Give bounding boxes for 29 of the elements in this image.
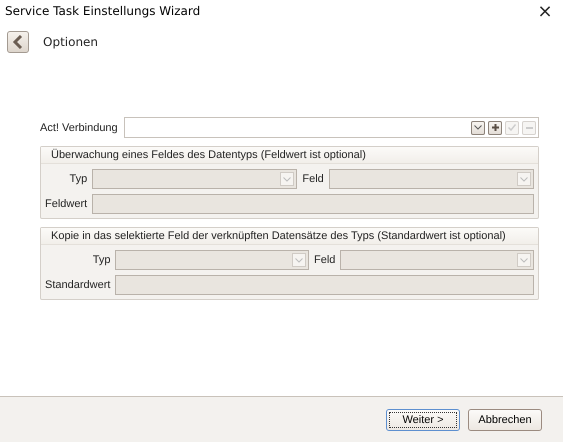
field-dropdown[interactable]	[328, 169, 534, 189]
page-title: Optionen	[43, 35, 98, 49]
group-title: Kopie in das selektierte Feld der verknüpften Datensätze des Typs (Standardwert ist optional)	[51, 230, 506, 242]
dropdown-button[interactable]	[471, 120, 485, 134]
field-label: Feld	[314, 254, 336, 266]
next-button[interactable]: Weiter >	[386, 408, 460, 430]
chevron-down-icon	[295, 258, 304, 262]
field-dropdown[interactable]	[340, 250, 534, 270]
chevron-down-icon	[520, 176, 528, 182]
type-label: Typ	[68, 173, 88, 185]
connection-field[interactable]	[124, 117, 539, 138]
minus-icon	[526, 126, 532, 128]
checkmark-icon	[508, 124, 516, 131]
group-title: Überwachung eines Feldes des Datentyps (Feldwert ist optional)	[51, 149, 366, 161]
chevron-down-icon	[283, 176, 292, 182]
window-title: Service Task Einstellungs Wizard	[5, 4, 200, 18]
value-label: Standardwert	[45, 279, 110, 291]
plus-icon	[492, 124, 498, 131]
back-icon	[13, 35, 23, 49]
cancel-button[interactable]: Abbrechen	[468, 408, 542, 430]
value-label: Feldwert	[45, 198, 88, 210]
add-button[interactable]	[488, 120, 502, 134]
type-label: Typ	[92, 254, 110, 266]
close-button[interactable]: ×	[527, 0, 563, 22]
chevron-down-icon	[520, 258, 528, 262]
field-label: Feld	[302, 173, 324, 185]
connection-label: Act! Verbindung	[40, 122, 118, 134]
back-button[interactable]	[7, 31, 29, 53]
chevron-down-icon	[474, 125, 482, 130]
